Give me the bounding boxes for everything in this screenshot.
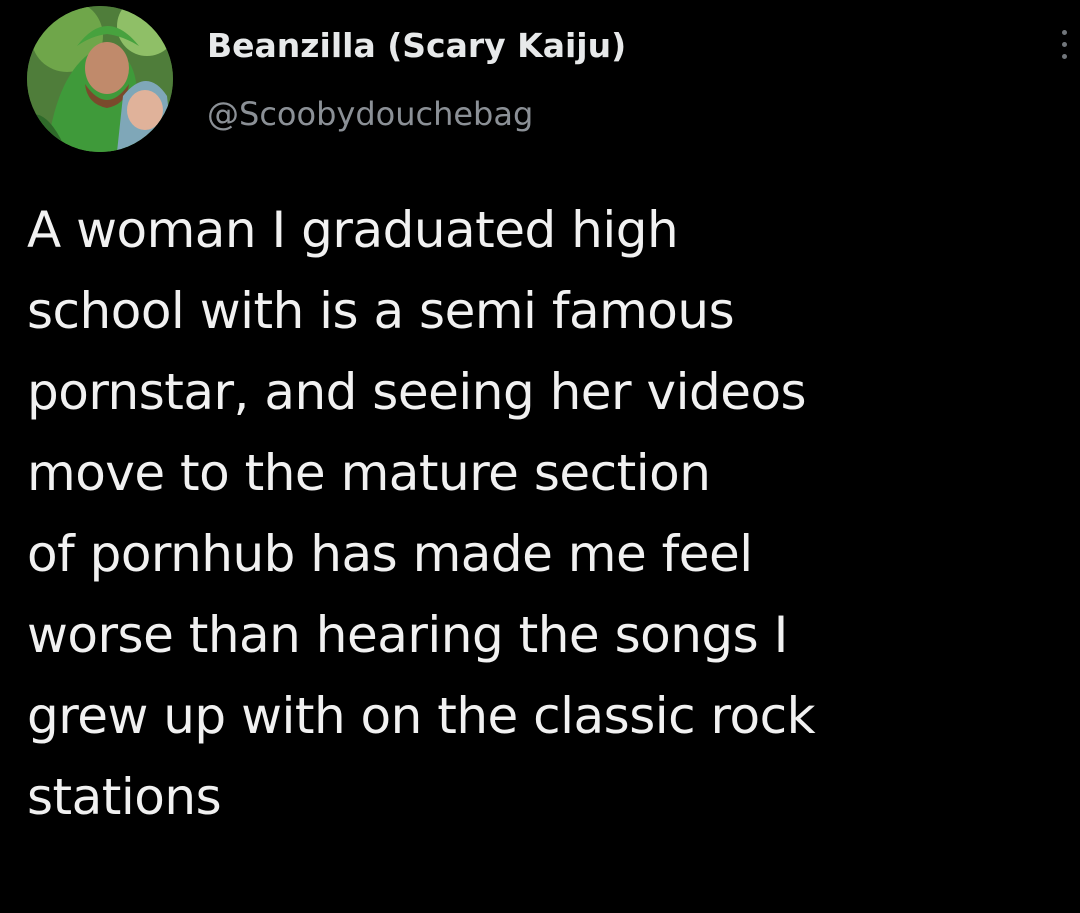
author-handle[interactable]: @Scoobydouchebag	[207, 94, 533, 134]
author-display-name[interactable]: Beanzilla (Scary Kaiju)	[207, 26, 626, 66]
tweet-text-line: A woman I graduated high	[27, 201, 679, 259]
more-options-icon[interactable]	[1052, 26, 1076, 76]
avatar-photo	[27, 6, 173, 152]
tweet-text-line: pornstar, and seeing her videos	[27, 363, 807, 421]
tweet-text: A woman I graduated high school with is …	[27, 190, 1067, 838]
tweet-text-line: move to the mature section	[27, 444, 711, 502]
tweet-text-line: worse than hearing the songs I	[27, 606, 788, 664]
more-dot	[1061, 54, 1067, 59]
more-dot	[1061, 42, 1067, 47]
tweet-text-line: of pornhub has made me feel	[27, 525, 753, 583]
tweet-card: Beanzilla (Scary Kaiju) @Scoobydouchebag…	[0, 0, 1080, 913]
user-avatar[interactable]	[27, 6, 173, 152]
tweet-text-line: school with is a semi famous	[27, 282, 735, 340]
tweet-text-line: grew up with on the classic rock	[27, 687, 816, 745]
more-dot	[1061, 30, 1067, 35]
tweet-text-line: stations	[27, 768, 222, 826]
